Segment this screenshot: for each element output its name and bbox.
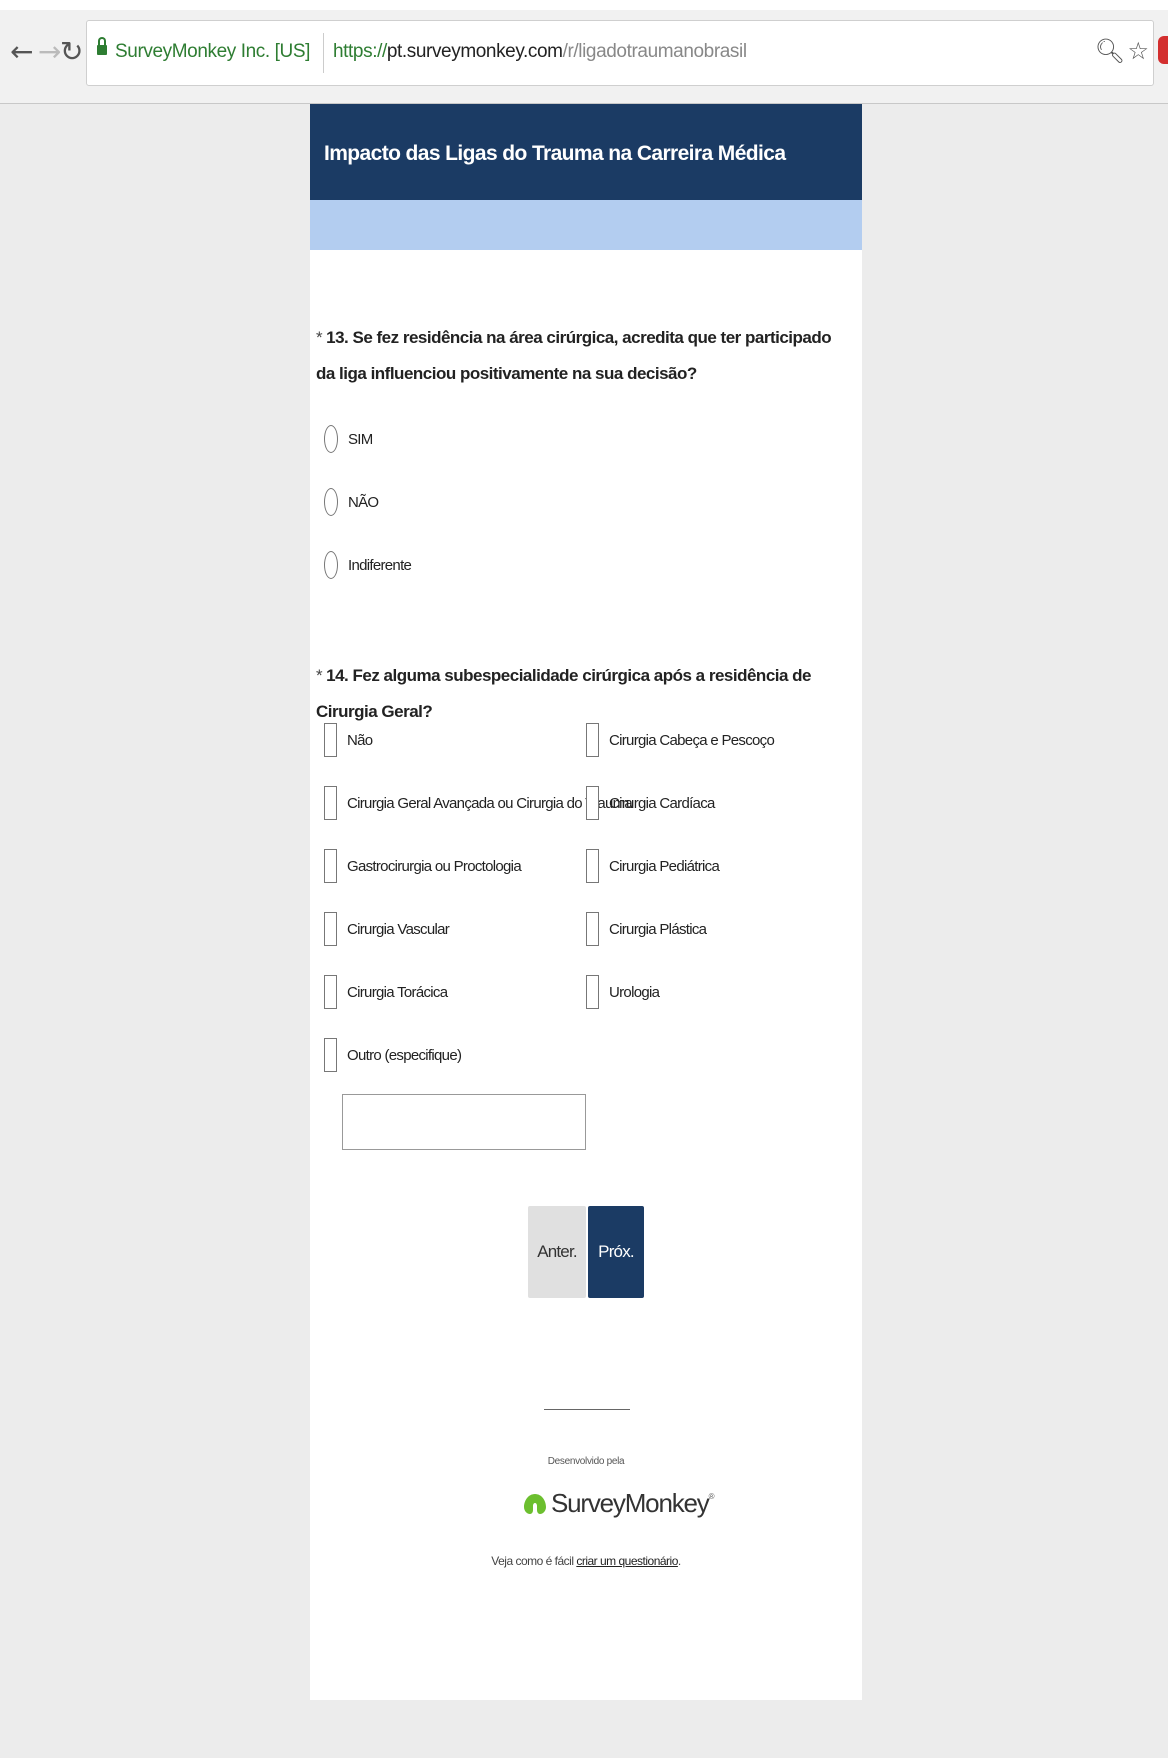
- other-specify-input[interactable]: [342, 1094, 586, 1150]
- radio-button[interactable]: [324, 425, 338, 453]
- checkbox[interactable]: [324, 975, 337, 1009]
- checkbox-option-pediatrica[interactable]: Cirurgia Pediátrica: [586, 849, 720, 883]
- checkbox[interactable]: [586, 723, 599, 757]
- option-label: Não: [347, 731, 373, 749]
- checkbox[interactable]: [586, 912, 599, 946]
- checkbox[interactable]: [324, 723, 337, 757]
- survey-card: Impacto das Ligas do Trauma na Carreira …: [310, 104, 862, 1700]
- option-label: Indiferente: [348, 556, 412, 574]
- question-14: * 14. Fez alguma subespecialidade cirúrgi…: [316, 658, 852, 730]
- required-mark: *: [316, 666, 323, 685]
- checkbox-option-cabeca-pescoco[interactable]: Cirurgia Cabeça e Pescoço: [586, 723, 775, 757]
- survey-title: Impacto das Ligas do Trauma na Carreira …: [310, 104, 862, 200]
- browser-toolbar: ← → ↻ SurveyMonkey Inc. [US] https://pt.…: [0, 0, 1168, 104]
- option-label: Cirurgia Vascular: [347, 920, 450, 938]
- prev-button[interactable]: Anter.: [528, 1206, 586, 1298]
- checkbox[interactable]: [324, 912, 337, 946]
- checkbox-option-toracica[interactable]: Cirurgia Torácica: [324, 975, 448, 1009]
- extension-icon[interactable]: [1158, 36, 1168, 64]
- tagline-suffix: .: [677, 1554, 681, 1568]
- option-label: Cirurgia Torácica: [347, 983, 448, 1001]
- url-text[interactable]: https://pt.surveymonkey.com/r/ligadotrau…: [333, 41, 747, 63]
- required-mark: *: [316, 328, 323, 347]
- option-label: Gastrocirurgia ou Proctologia: [347, 857, 522, 875]
- tagline-prefix: Veja como é fácil: [491, 1554, 574, 1568]
- checkbox-option-nao[interactable]: Não: [324, 723, 373, 757]
- option-label: SIM: [348, 430, 373, 448]
- surveymonkey-logo-icon: [524, 1493, 546, 1514]
- checkbox[interactable]: [324, 1038, 337, 1072]
- url-host: pt.surveymonkey.com: [386, 41, 563, 62]
- footer-tagline: Veja como é fácil criar um questionário.: [310, 1554, 862, 1568]
- forward-arrow-icon[interactable]: →: [38, 38, 61, 66]
- footer-divider: [544, 1409, 630, 1410]
- checkbox-option-urologia[interactable]: Urologia: [586, 975, 660, 1009]
- radio-option-indiferente[interactable]: Indiferente: [324, 550, 412, 580]
- checkbox[interactable]: [586, 849, 599, 883]
- question-13-title: * 13. Se fez residência na área cirúrgica…: [316, 320, 852, 392]
- checkbox[interactable]: [324, 849, 337, 883]
- question-14-title: * 14. Fez alguma subespecialidade cirúrgi…: [316, 658, 852, 730]
- radio-button[interactable]: [324, 488, 338, 516]
- create-survey-link[interactable]: criar um questionário: [576, 1554, 678, 1568]
- option-label: NÃO: [348, 493, 379, 511]
- address-divider: [323, 33, 324, 73]
- next-button[interactable]: Próx.: [588, 1206, 644, 1298]
- option-label: Urologia: [609, 983, 660, 1001]
- checkbox-option-gastro[interactable]: Gastrocirurgia ou Proctologia: [324, 849, 522, 883]
- progress-bar: [310, 200, 862, 250]
- checkbox[interactable]: [586, 786, 599, 820]
- option-label: Cirurgia Pediátrica: [609, 857, 720, 875]
- brand-name: SurveyMonkey: [551, 1488, 710, 1518]
- star-icon[interactable]: ☆: [1127, 37, 1149, 65]
- checkbox[interactable]: [586, 975, 599, 1009]
- checkbox-option-plastica[interactable]: Cirurgia Plástica: [586, 912, 707, 946]
- question-13: * 13. Se fez residência na área cirúrgica…: [316, 320, 852, 392]
- reload-icon[interactable]: ↻: [60, 38, 83, 66]
- option-label: Cirurgia Cardíaca: [609, 794, 715, 812]
- option-label: Cirurgia Cabeça e Pescoço: [609, 731, 775, 749]
- option-label: Cirurgia Plástica: [609, 920, 707, 938]
- surveymonkey-logo[interactable]: SurveyMonkey ®: [523, 1488, 714, 1519]
- powered-by-text: Desenvolvido pela: [547, 1456, 625, 1467]
- option-label: Outro (especifique): [347, 1046, 462, 1064]
- checkbox-option-outro[interactable]: Outro (especifique): [324, 1038, 462, 1072]
- url-scheme: https://: [333, 41, 387, 62]
- radio-button[interactable]: [324, 551, 338, 579]
- question-13-text: 13. Se fez residência na área cirúrgica,…: [316, 328, 832, 383]
- checkbox-option-cardiaca[interactable]: Cirurgia Cardíaca: [586, 786, 715, 820]
- tab-strip: [0, 0, 1168, 10]
- site-identity[interactable]: SurveyMonkey Inc. [US]: [115, 41, 310, 63]
- checkbox-option-vascular[interactable]: Cirurgia Vascular: [324, 912, 450, 946]
- back-arrow-icon[interactable]: ←: [10, 38, 33, 66]
- radio-option-nao[interactable]: NÃO: [324, 487, 379, 517]
- url-path: /r/ligadotraumanobrasil: [562, 41, 747, 62]
- registered-mark: ®: [708, 1492, 715, 1501]
- question-14-text: 14. Fez alguma subespecialidade cirúrgic…: [316, 666, 812, 721]
- checkbox[interactable]: [324, 786, 337, 820]
- lock-icon: [97, 37, 107, 57]
- zoom-icon[interactable]: 🔍︎: [1095, 37, 1125, 65]
- radio-option-sim[interactable]: SIM: [324, 424, 373, 454]
- address-bar[interactable]: SurveyMonkey Inc. [US] https://pt.survey…: [86, 20, 1154, 86]
